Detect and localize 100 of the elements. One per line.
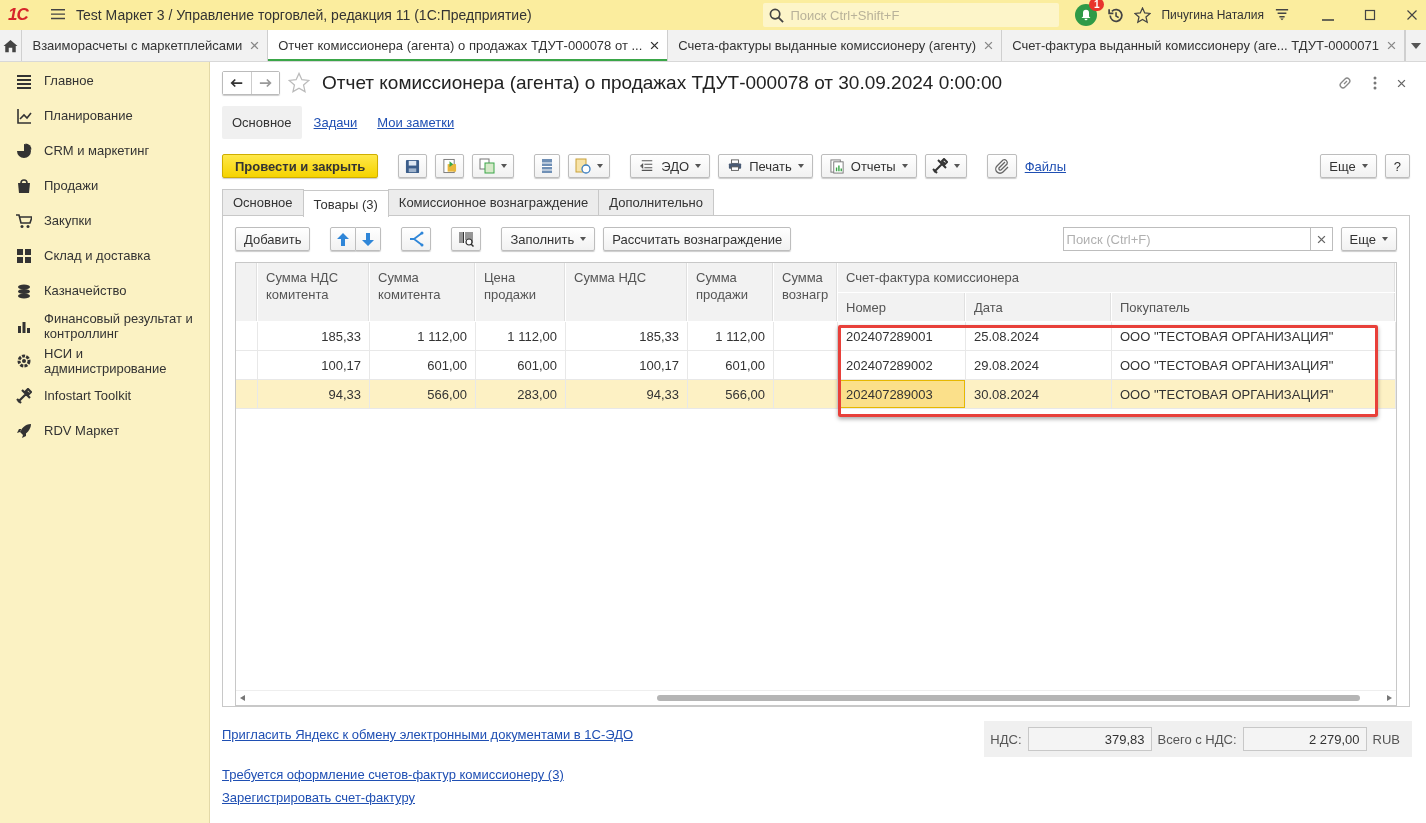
column-header[interactable]: Сумма продажи — [688, 263, 774, 322]
add-button[interactable]: Добавить — [235, 227, 311, 251]
split-icon — [408, 231, 425, 247]
table-search-box[interactable]: Поиск (Ctrl+F) — [1062, 227, 1333, 251]
total-field: 2 279,00 — [1242, 727, 1367, 751]
bell-icon — [1080, 9, 1093, 21]
open-tab[interactable]: Отчет комиссионера (агента) о продажах ТДУТ-000078 от ... — [268, 30, 669, 61]
action-link[interactable]: Требуется оформление счетов-фактур комиссионеру (3) — [222, 767, 564, 782]
table-cell: 30.08.2024 — [966, 380, 1112, 409]
history-icon — [1107, 6, 1125, 24]
split-button[interactable] — [401, 227, 432, 251]
sidebar-item[interactable]: Казначейство — [0, 273, 209, 308]
table-cell: 283,00 — [476, 380, 566, 409]
column-header[interactable]: Цена продажи — [476, 263, 566, 322]
section-icon — [16, 387, 32, 404]
sidebar-item[interactable]: Infostart Toolkit — [0, 378, 209, 413]
calculate-fee-button[interactable]: Рассчитать вознаграждение — [603, 227, 792, 251]
sidebar-item[interactable]: CRM и маркетинг — [0, 133, 209, 168]
close-icon — [984, 41, 994, 50]
form-tab[interactable]: Товары (3) — [302, 190, 389, 217]
column-header[interactable]: Сумма комитента — [370, 263, 476, 322]
arrow-left-icon — [230, 78, 244, 88]
barcode-button[interactable] — [451, 227, 482, 251]
form-nav-link[interactable]: Задачи — [313, 105, 358, 139]
sidebar-item[interactable]: НСИ и администрирование — [0, 343, 209, 378]
save-button[interactable] — [398, 154, 428, 178]
back-button[interactable] — [223, 72, 251, 94]
sidebar-item[interactable]: Закупки — [0, 203, 209, 238]
close-icon — [1406, 9, 1418, 21]
create-based-button[interactable] — [472, 154, 515, 178]
tab-label: Счет-фактура выданный комиссионеру (аге... ТДУТ-0000071 — [1012, 38, 1379, 53]
link-icon — [1337, 75, 1353, 91]
document-status-button[interactable] — [568, 154, 611, 178]
table-cell: 1 112,00 — [476, 322, 566, 351]
list-button[interactable] — [534, 154, 561, 178]
action-link[interactable]: Зарегистрировать счет-фактуру — [222, 790, 415, 805]
table-cell: 1 112,00 — [370, 322, 476, 351]
section-icon — [16, 177, 32, 194]
help-button[interactable]: ? — [1384, 154, 1410, 178]
form-nav-link[interactable]: Мои заметки — [377, 105, 455, 139]
home-icon — [3, 38, 19, 53]
table-cell — [774, 322, 838, 351]
minimize-icon — [1322, 19, 1334, 21]
table-cell: 185,33 — [258, 322, 370, 351]
form-tab[interactable]: Комиссионное вознаграждение — [387, 189, 600, 215]
more-button[interactable]: Еще — [1340, 227, 1397, 251]
sidebar-item[interactable]: Главное — [0, 63, 209, 98]
search-field[interactable]: Поиск Ctrl+Shift+F — [788, 6, 1053, 24]
sidebar-item[interactable]: Планирование — [0, 98, 209, 133]
row-marker-header — [236, 263, 258, 322]
sidebar-item[interactable]: Финансовый результат и контроллинг — [0, 308, 209, 343]
caret-icon — [953, 164, 960, 168]
table-cell: 94,33 — [258, 380, 370, 409]
close-icon — [650, 41, 660, 50]
list-icon — [541, 158, 554, 174]
column-group-header: Счет-фактура комиссионера — [838, 263, 1396, 293]
close-icon — [1397, 78, 1406, 88]
invite-link[interactable]: Пригласить Яндекс к обмену электронными документами в 1С-ЭДО — [222, 725, 634, 745]
section-icon — [16, 282, 32, 299]
barcode-icon — [458, 231, 475, 247]
attach-button[interactable] — [986, 154, 1017, 178]
move-down-button[interactable] — [356, 227, 382, 251]
section-icon — [16, 72, 32, 89]
column-header[interactable]: Номер — [838, 293, 966, 322]
search-box[interactable]: Поиск Ctrl+Shift+F — [763, 3, 1060, 27]
column-header[interactable]: Дата — [966, 293, 1112, 322]
sidebar-item[interactable]: Продажи — [0, 168, 209, 203]
form-tab[interactable]: Дополнительно — [598, 189, 714, 215]
table-cell: ООО "ТЕСТОВАЯ ОРГАНИЗАЦИЯ" — [1112, 380, 1396, 409]
arrow-right-icon — [258, 78, 273, 88]
reports-button[interactable]: Отчеты — [820, 154, 917, 178]
document-clock-icon — [575, 158, 592, 174]
edo-button[interactable]: ЭДО — [630, 154, 711, 178]
form-nav-link[interactable]: Основное — [222, 105, 302, 139]
files-link[interactable]: Файлы — [1024, 158, 1066, 174]
table-cell — [774, 380, 838, 409]
print-button[interactable]: Печать — [718, 154, 813, 178]
post-and-close-button[interactable]: Провести и закрыть — [222, 154, 379, 178]
sidebar-item[interactable]: RDV Маркет — [0, 413, 209, 448]
total-label: Всего с НДС: — [1157, 731, 1237, 747]
column-header[interactable]: Покупатель — [1112, 293, 1396, 322]
user-name[interactable]: Пичугина Наталия — [1161, 8, 1264, 22]
table-cell: 185,33 — [566, 322, 688, 351]
table-cell: 202407289001 — [838, 322, 966, 351]
settings-icon — [1274, 8, 1290, 22]
more-button[interactable]: Еще — [1320, 154, 1377, 178]
table-cell: 566,00 — [370, 380, 476, 409]
column-header[interactable]: Сумма НДС — [566, 263, 688, 322]
tools-button[interactable] — [924, 154, 967, 178]
sidebar-item[interactable]: Склад и доставка — [0, 238, 209, 273]
column-header[interactable]: Сумма НДС комитента — [258, 263, 370, 322]
caret-icon — [901, 164, 908, 168]
form-tab[interactable]: Основное — [222, 189, 304, 215]
table-cell: ООО "ТЕСТОВАЯ ОРГАНИЗАЦИЯ" — [1112, 322, 1396, 351]
post-button[interactable] — [435, 154, 465, 178]
move-up-button[interactable] — [330, 227, 357, 251]
caret-icon — [1382, 237, 1388, 241]
column-header[interactable]: Сумма вознагр — [774, 263, 838, 322]
fill-button[interactable]: Заполнить — [501, 227, 596, 251]
tab-label: Отчет комиссионера (агента) о продажах ТДУТ-000078 от ... — [278, 38, 643, 53]
